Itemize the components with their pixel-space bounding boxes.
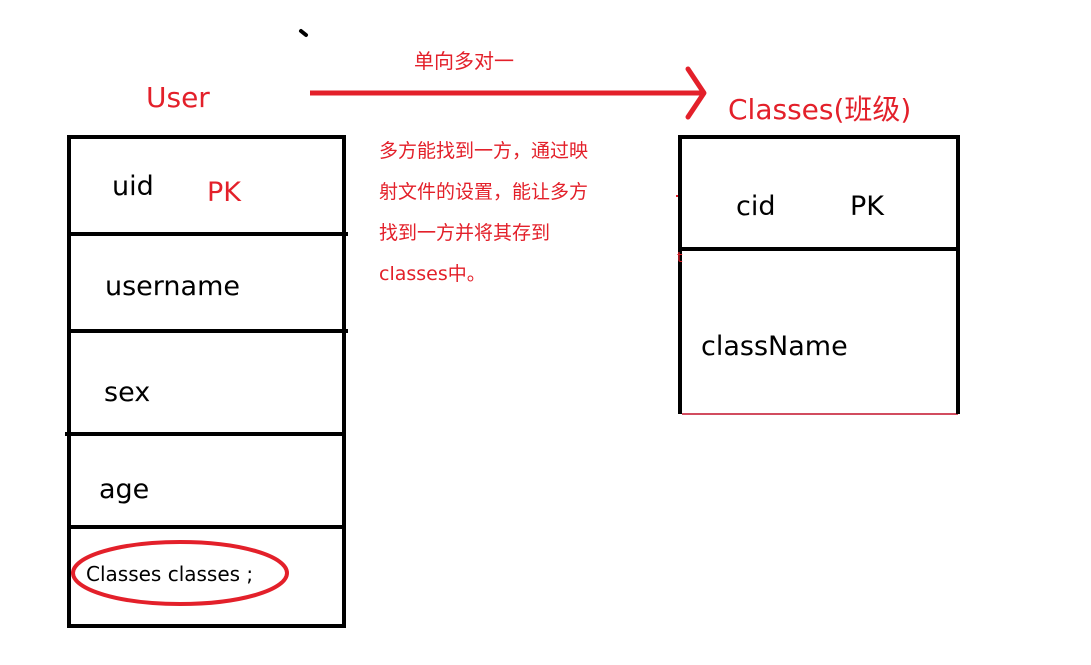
note-line: 找到一方并将其存到 bbox=[379, 222, 551, 244]
user-entity-title: User bbox=[146, 81, 210, 114]
pk-badge: PK bbox=[207, 177, 241, 208]
relation-note: 多方能找到一方，通过映 射文件的设置，能让多方 找到一方并将其存到 classe… bbox=[379, 131, 649, 295]
pk-badge: PK bbox=[850, 191, 884, 222]
relation-label: 单向多对一 bbox=[414, 49, 514, 73]
field-username: username bbox=[105, 271, 240, 302]
field-cid: cid bbox=[736, 191, 776, 222]
user-box-right-border bbox=[342, 135, 346, 628]
field-uid: uid bbox=[112, 171, 154, 202]
stray-red-t: t bbox=[677, 250, 683, 266]
note-line: 射文件的设置，能让多方 bbox=[379, 181, 589, 203]
user-box-bottom-border bbox=[67, 624, 346, 628]
field-sex: sex bbox=[104, 377, 151, 408]
row-divider bbox=[67, 329, 348, 333]
field-age: age bbox=[99, 474, 150, 505]
note-line: classes中。 bbox=[379, 263, 486, 285]
classes-entity-title: Classes(班级) bbox=[728, 93, 912, 126]
classes-box-top-border bbox=[678, 135, 960, 139]
row-divider bbox=[678, 247, 960, 251]
field-classname: className bbox=[701, 331, 848, 362]
user-box-top-border bbox=[67, 135, 346, 139]
classes-box-right-border bbox=[956, 135, 960, 414]
user-box-left-border bbox=[67, 135, 71, 628]
stray-pen-mark bbox=[299, 29, 308, 37]
classes-box-left-border bbox=[678, 135, 682, 414]
row-divider bbox=[67, 525, 346, 529]
field-classes-reference: Classes classes ; bbox=[86, 562, 254, 586]
row-divider bbox=[65, 432, 346, 436]
note-line: 多方能找到一方，通过映 bbox=[379, 140, 589, 162]
row-divider bbox=[67, 232, 348, 236]
